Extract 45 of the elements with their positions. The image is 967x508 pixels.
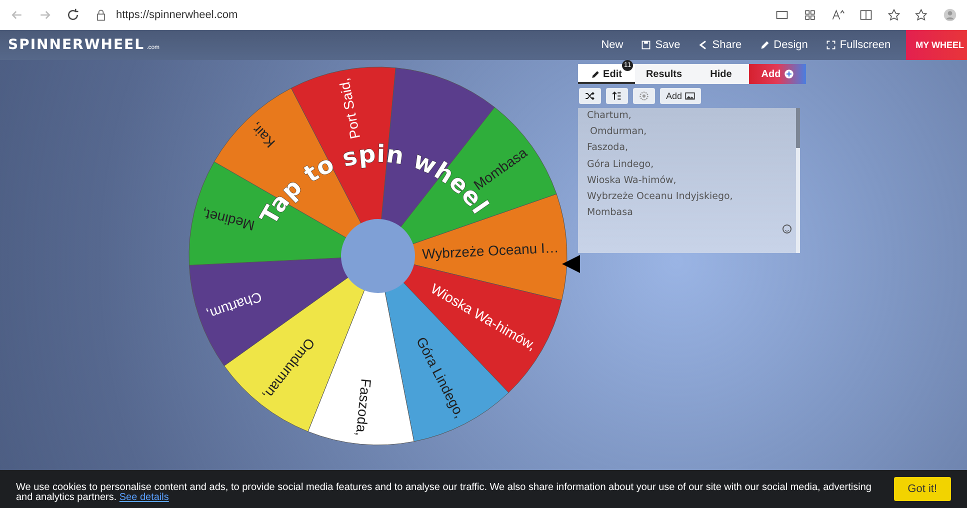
nav-link[interactable]: Share	[689, 39, 751, 51]
sort-icon	[612, 91, 622, 101]
tool-button[interactable]	[579, 88, 601, 104]
font-size-icon[interactable]	[831, 8, 845, 22]
gear-icon	[639, 91, 649, 101]
wheel-hub[interactable]	[341, 219, 415, 293]
nav-link[interactable]: New	[592, 39, 632, 51]
share-icon	[698, 40, 708, 50]
favorites-icon[interactable]	[915, 8, 929, 22]
pencil-icon	[760, 40, 770, 50]
my-wheels-button[interactable]: MY WHEEL	[906, 30, 967, 60]
slice-label: Faszoda,	[353, 378, 374, 437]
pointer-icon	[562, 255, 580, 273]
split-screen-icon[interactable]	[859, 8, 873, 22]
tab[interactable]: Results	[635, 64, 693, 84]
nav-link[interactable]: Design	[750, 39, 817, 51]
save-icon	[641, 40, 652, 50]
reload-icon[interactable]	[66, 8, 80, 22]
grid-icon[interactable]	[803, 8, 817, 22]
scrollbar[interactable]	[796, 108, 800, 253]
slice-label: Port Said,	[336, 76, 364, 140]
favorite-add-icon[interactable]	[887, 8, 901, 22]
logo[interactable]: SPINNERWHEEL	[8, 37, 145, 53]
fullscreen-icon	[826, 40, 836, 50]
plus-icon	[784, 69, 794, 79]
lock-icon	[94, 8, 108, 22]
cookie-notice: We use cookies to personalise content and ads, to provide social media features and to analyse our traffic. We also share information about your use of our site with our social media, advertising and analytics partners. See details	[16, 483, 872, 503]
details-link[interactable]: See details	[119, 492, 169, 503]
reader-icon[interactable]	[775, 8, 789, 22]
smiley-icon[interactable]	[782, 224, 792, 234]
accept-button[interactable]: Got it!	[894, 477, 951, 501]
slice-label: Chartum,	[204, 288, 264, 323]
url-text[interactable]: https://spinnerwheel.com	[116, 9, 238, 21]
slice-label: Medinet,	[200, 206, 256, 234]
add-button[interactable]: Add	[749, 64, 806, 84]
nav-link[interactable]: Fullscreen	[816, 39, 900, 51]
image-icon	[685, 91, 696, 101]
slice-label: Wybrzeże Oceanu I…	[422, 239, 560, 262]
tab[interactable]: Hide	[693, 64, 749, 84]
nav-link[interactable]: Save	[632, 39, 690, 51]
tool-button[interactable]	[606, 88, 628, 104]
pencil-icon	[591, 70, 600, 78]
tool-button[interactable]: Add	[660, 88, 702, 104]
shuffle-icon	[585, 91, 595, 101]
avatar-icon[interactable]	[943, 8, 957, 22]
